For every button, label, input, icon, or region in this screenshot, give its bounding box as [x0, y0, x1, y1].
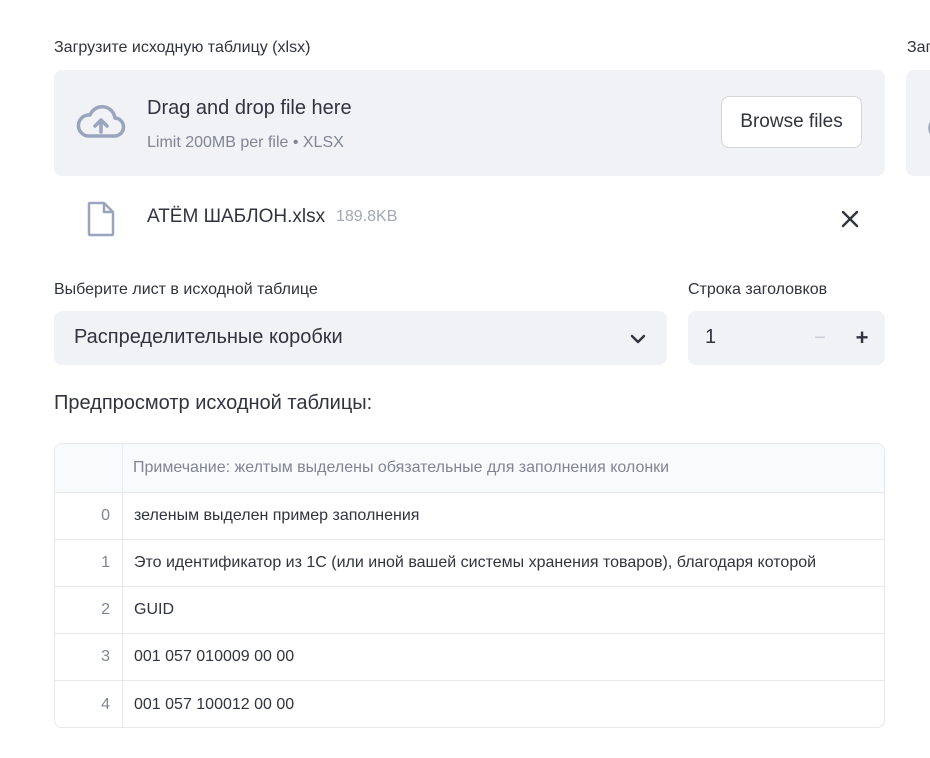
second-uploader-label: Заг: [907, 39, 930, 56]
uploader-label: Загрузите исходную таблицу (xlsx): [54, 39, 311, 56]
browse-files-button[interactable]: Browse files: [721, 96, 862, 148]
sheet-select-label: Выберите лист в исходной таблице: [54, 281, 318, 298]
table-row[interactable]: 1 Это идентификатор из 1С (или иной ваше…: [55, 540, 884, 587]
column-header[interactable]: Примечание: желтым выделены обязательные…: [123, 444, 884, 492]
index-header-cell: [55, 444, 123, 492]
file-dropzone[interactable]: Drag and drop file here Limit 200MB per …: [54, 70, 885, 176]
cloud-upload-icon: [76, 105, 126, 138]
dropzone-title: Drag and drop file here: [147, 97, 352, 119]
sheet-select-value: Распределительные коробки: [74, 326, 343, 348]
header-row-number-input[interactable]: 1 − +: [688, 311, 885, 365]
header-row-value[interactable]: 1: [705, 326, 716, 349]
sheet-select[interactable]: Распределительные коробки: [54, 311, 667, 365]
table-row[interactable]: 0 зеленым выделен пример заполнения: [55, 493, 884, 540]
table-row[interactable]: 2 GUID: [55, 587, 884, 634]
table-header-row: Примечание: желтым выделены обязательные…: [55, 444, 884, 493]
dropzone-limit-text: Limit 200MB per file • XLSX: [147, 134, 344, 151]
preview-title: Предпросмотр исходной таблицы:: [54, 392, 373, 414]
row-index: 2: [55, 587, 123, 633]
table-cell[interactable]: GUID: [123, 587, 884, 633]
table-cell[interactable]: зеленым выделен пример заполнения: [123, 493, 884, 539]
uploaded-file-size: 189.8KB: [336, 208, 398, 225]
page: Загрузите исходную таблицу (xlsx) Заг Dr…: [0, 0, 930, 758]
chevron-down-icon: [630, 334, 646, 344]
table-cell[interactable]: 001 057 100012 00 00: [123, 681, 884, 727]
increment-button[interactable]: +: [848, 325, 876, 351]
file-icon: [87, 201, 115, 237]
table-cell[interactable]: Это идентификатор из 1С (или иной вашей …: [123, 540, 884, 586]
table-row[interactable]: 4 001 057 100012 00 00: [55, 681, 884, 727]
close-icon: [841, 210, 859, 228]
second-file-dropzone[interactable]: [906, 70, 930, 176]
decrement-button[interactable]: −: [806, 325, 834, 351]
remove-file-button[interactable]: [836, 205, 864, 233]
uploaded-file-name: АТЁМ ШАБЛОН.xlsx: [147, 206, 326, 227]
row-index: 3: [55, 634, 123, 680]
preview-dataframe[interactable]: Примечание: желтым выделены обязательные…: [54, 443, 885, 728]
row-index: 4: [55, 681, 123, 727]
table-cell[interactable]: 001 057 010009 00 00: [123, 634, 884, 680]
row-index: 1: [55, 540, 123, 586]
row-index: 0: [55, 493, 123, 539]
table-row[interactable]: 3 001 057 010009 00 00: [55, 634, 884, 681]
header-row-label: Строка заголовков: [688, 281, 828, 298]
